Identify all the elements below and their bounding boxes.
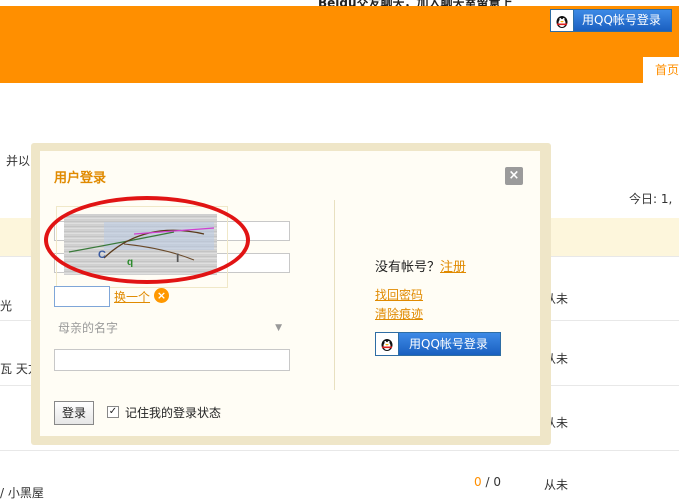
refresh-icon[interactable]: ×	[154, 288, 169, 303]
today-count: 今日: 1,	[629, 192, 673, 206]
remember-checkbox[interactable]: ✓	[107, 406, 119, 418]
post-count: 0 / 0	[474, 475, 501, 489]
last-post-text: 从未	[544, 478, 569, 492]
qq-login-label: 用QQ帐号登录	[399, 333, 500, 355]
close-icon[interactable]: ×	[505, 167, 523, 185]
remember-label: 记住我的登录状态	[125, 406, 222, 420]
qq-login-button-dialog[interactable]: 用QQ帐号登录	[375, 332, 501, 356]
security-question-select[interactable]: 母亲的名字 ▼	[54, 317, 290, 339]
post-count-zero: 0	[474, 475, 482, 489]
security-question-value: 母亲的名字	[58, 321, 119, 335]
bg-text-left: 并以	[6, 154, 31, 168]
qq-login-button-header[interactable]: 用QQ帐号登录	[550, 9, 672, 32]
post-count-rest: / 0	[481, 475, 501, 489]
qq-penguin-icon	[551, 10, 574, 31]
no-account-text: 没有帐号？注册	[375, 256, 466, 275]
dialog-title: 用户登录	[54, 171, 107, 186]
find-password-link[interactable]: 找回密码	[375, 286, 423, 303]
clear-traces-link[interactable]: 清除痕迹	[375, 305, 423, 322]
qq-penguin-icon	[376, 333, 399, 355]
row-left-text: 光	[0, 299, 13, 313]
row-divider	[0, 450, 679, 451]
security-answer-field[interactable]	[54, 349, 290, 371]
captcha-input[interactable]	[54, 286, 110, 307]
tab-home[interactable]: 首页	[643, 57, 679, 83]
row-left-text: / 小黑屋	[0, 486, 44, 500]
qq-login-label: 用QQ帐号登录	[574, 10, 671, 31]
login-button[interactable]: 登录	[54, 401, 94, 425]
highlight-annotation-oval	[44, 196, 250, 284]
no-account-label: 没有帐号？	[375, 260, 441, 275]
chevron-down-icon: ▼	[275, 323, 282, 333]
register-link[interactable]: 注册	[440, 260, 466, 275]
change-captcha-link[interactable]: 换一个	[114, 288, 150, 305]
dialog-divider	[334, 200, 335, 390]
